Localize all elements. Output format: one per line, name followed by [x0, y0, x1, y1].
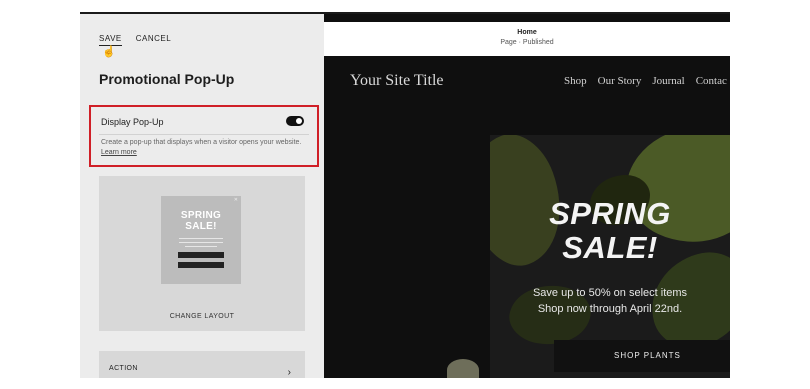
site-preview: Home Page · Published Your Site Title Sh… — [324, 14, 730, 378]
thumbnail-text-line — [179, 238, 223, 239]
popup-title-line2: SALE! — [562, 230, 658, 265]
settings-panel: SAVE CANCEL ☝ Promotional Pop-Up Display… — [80, 14, 324, 378]
cancel-button[interactable]: CANCEL — [136, 34, 171, 46]
site-nav: Shop Our Story Journal Contac — [564, 75, 727, 87]
nav-item-contact[interactable]: Contac — [696, 75, 727, 87]
popup-title-line1: SPRING — [549, 196, 671, 231]
page-status: Page · Published — [500, 39, 554, 46]
thumbnail-title: SPRING SALE! — [161, 210, 241, 232]
panel-title: Promotional Pop-Up — [99, 71, 235, 87]
plant-pot-image — [447, 359, 479, 378]
change-layout-button[interactable]: CHANGE LAYOUT — [99, 313, 305, 320]
nav-item-our-story[interactable]: Our Story — [598, 75, 642, 87]
editor-frame: SAVE CANCEL ☝ Promotional Pop-Up Display… — [80, 12, 730, 378]
chevron-right-icon: › — [287, 367, 291, 378]
promo-popup: SPRING SALE! Save up to 50% on select it… — [490, 135, 730, 378]
thumbnail-button — [178, 252, 224, 258]
action-row[interactable]: ACTION › — [99, 351, 305, 378]
thumbnail-title-line2: SALE! — [185, 221, 217, 232]
thumbnail-title-line1: SPRING — [180, 210, 222, 221]
display-popup-setting: Display Pop-Up Create a pop-up that disp… — [89, 105, 319, 167]
preview-header: Home Page · Published — [324, 22, 730, 56]
close-icon: ✕ — [233, 197, 238, 203]
nav-item-journal[interactable]: Journal — [652, 75, 684, 87]
description-text: Create a pop-up that displays when a vis… — [101, 139, 302, 146]
shop-plants-button[interactable]: SHOP PLANTS — [554, 340, 730, 372]
hand-cursor-icon: ☝ — [102, 46, 116, 58]
display-popup-toggle[interactable] — [286, 116, 304, 126]
popup-text-line2: Shop now through April 22nd. — [537, 303, 683, 315]
layout-card[interactable]: ✕ SPRING SALE! CHANGE LAYOUT — [99, 176, 305, 331]
toggle-knob — [296, 118, 302, 124]
popup-text-line1: Save up to 50% on select items — [532, 287, 688, 299]
site-title[interactable]: Your Site Title — [350, 72, 444, 90]
popup-title: SPRING SALE! — [490, 197, 730, 265]
nav-item-shop[interactable]: Shop — [564, 75, 587, 87]
learn-more-link[interactable]: Learn more — [101, 149, 137, 156]
thumbnail-text-line — [179, 242, 223, 243]
toggle-description: Create a pop-up that displays when a vis… — [101, 138, 306, 158]
action-label: ACTION — [109, 365, 138, 372]
page-title: Home — [517, 29, 537, 36]
thumbnail-text-line — [185, 246, 217, 247]
divider — [99, 134, 309, 135]
toggle-label: Display Pop-Up — [101, 117, 164, 127]
thumbnail-button — [178, 262, 224, 268]
layout-thumbnail: ✕ SPRING SALE! — [161, 196, 241, 284]
